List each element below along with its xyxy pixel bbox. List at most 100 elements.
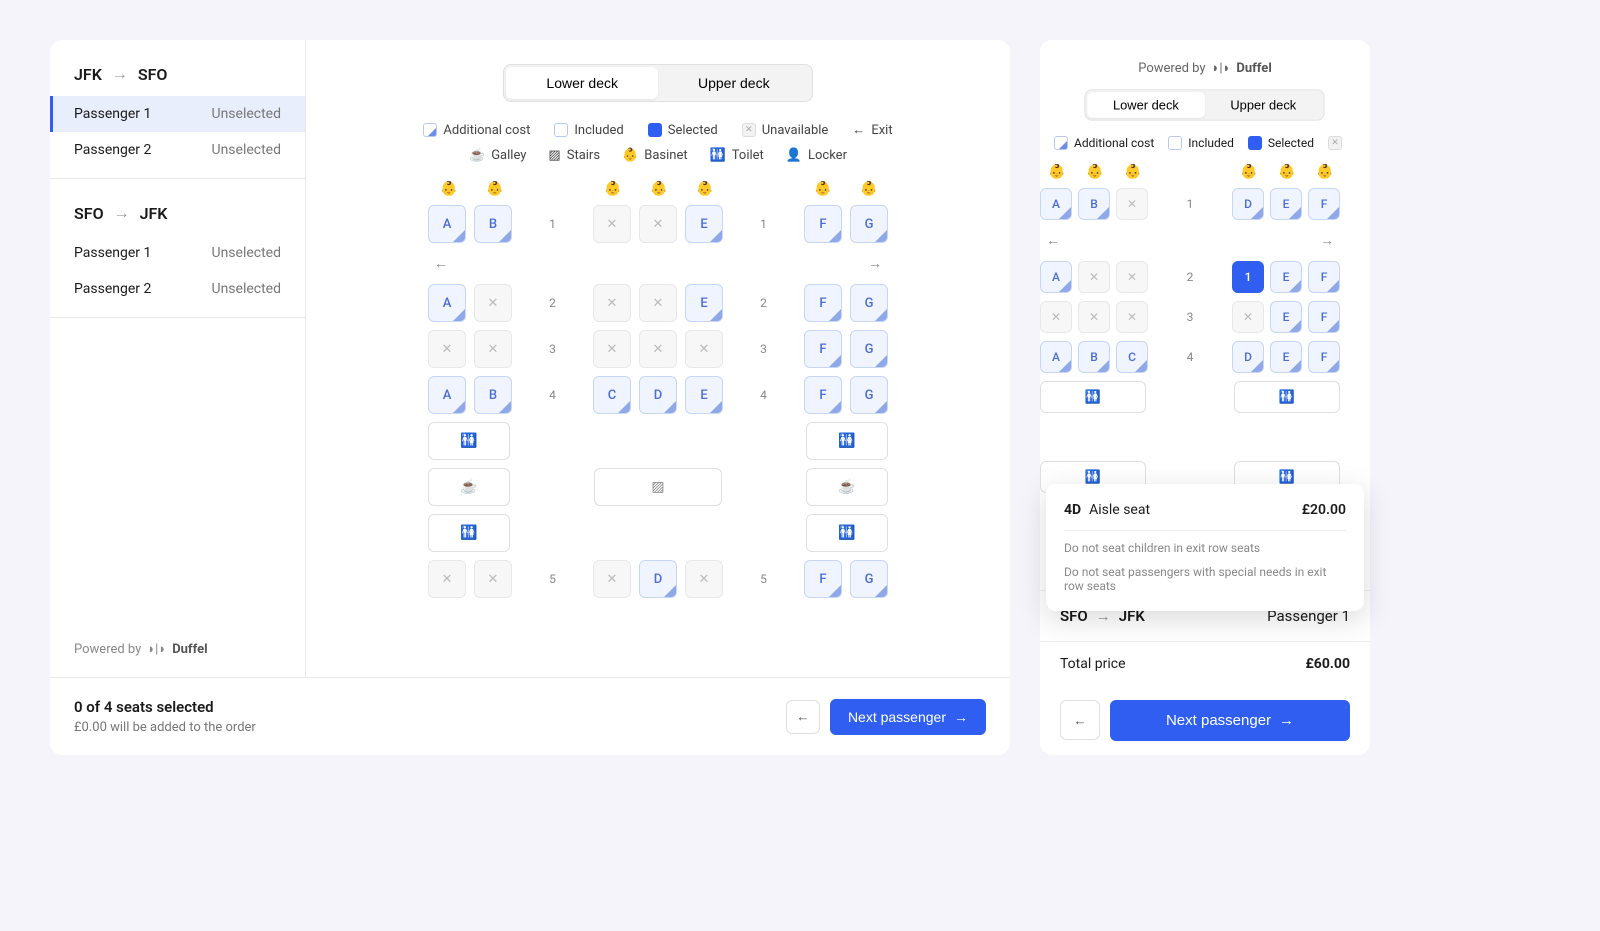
upper-deck-button[interactable]: Upper deck — [658, 67, 810, 99]
seat[interactable]: F — [1308, 261, 1340, 293]
lower-deck-button[interactable]: Lower deck — [1088, 92, 1205, 118]
seat: ✕ — [1116, 188, 1148, 220]
seat[interactable]: G — [850, 284, 888, 322]
seat[interactable]: E — [1270, 341, 1302, 373]
stairs-icon: ▨ — [548, 148, 560, 163]
basinet-icon: 👶 — [1316, 164, 1332, 176]
seat[interactable]: A — [428, 284, 466, 322]
exit-right-icon: → — [1320, 232, 1334, 249]
legend-facilities: ☕Galley ▨Stairs 👶Basinet 🚻Toilet 👤Locker — [469, 148, 847, 163]
seat[interactable]: F — [1308, 341, 1340, 373]
passenger-row[interactable]: Passenger 2 Unselected — [50, 132, 305, 168]
seat[interactable]: E — [685, 284, 723, 322]
exit-left-icon: ← — [1046, 232, 1060, 249]
row-number: 3 — [756, 342, 772, 356]
row-number: 3 — [1182, 310, 1198, 324]
passenger-row[interactable]: Passenger 1 Unselected — [50, 96, 305, 132]
upper-deck-button[interactable]: Upper deck — [1205, 92, 1322, 118]
seat[interactable]: F — [1308, 301, 1340, 333]
seat[interactable]: D — [1232, 341, 1264, 373]
arrow-right-icon: → — [954, 709, 968, 725]
seat[interactable]: F — [804, 205, 842, 243]
price-added-note: £0.00 will be added to the order — [74, 720, 256, 735]
seat: ✕ — [1116, 301, 1148, 333]
duffel-logo-icon: ◗|◗ — [1212, 60, 1231, 76]
seat[interactable]: C — [593, 376, 631, 414]
seat: ✕ — [593, 560, 631, 598]
seat[interactable]: E — [1270, 301, 1302, 333]
seat[interactable]: F — [804, 284, 842, 322]
seat[interactable]: E — [685, 205, 723, 243]
basinet-icon: 👶 — [604, 181, 620, 193]
seat[interactable]: E — [1270, 261, 1302, 293]
seat[interactable]: A — [1040, 188, 1072, 220]
seat[interactable]: D — [639, 376, 677, 414]
basinet-icon: 👶 — [860, 181, 876, 193]
back-button[interactable]: ← — [1060, 700, 1100, 740]
legend-selected-icon — [648, 123, 662, 137]
arrow-right-icon: → — [112, 64, 128, 84]
seat[interactable]: A — [1040, 341, 1072, 373]
seat: ✕ — [685, 330, 723, 368]
seat[interactable]: G — [850, 330, 888, 368]
seat[interactable]: G — [850, 376, 888, 414]
deck-toggle: Lower deck Upper deck — [1085, 89, 1325, 120]
row-number: 1 — [545, 217, 561, 231]
seat[interactable]: A — [428, 205, 466, 243]
next-passenger-button[interactable]: Next passenger→ — [1110, 700, 1350, 741]
legend-included-icon — [1168, 136, 1182, 150]
seat[interactable]: G — [850, 205, 888, 243]
seat[interactable]: B — [1078, 188, 1110, 220]
seat[interactable]: E — [685, 376, 723, 414]
back-button[interactable]: ← — [786, 700, 820, 734]
seat-map: 👶👶 👶👶👶 👶👶 AB1✕✕E1FG←→A✕2✕✕E2FG✕✕3✕✕✕3FGA… — [428, 181, 888, 677]
seat[interactable]: C — [1116, 341, 1148, 373]
passenger-row[interactable]: Passenger 1 Unselected — [50, 235, 305, 271]
basinet-icon: 👶 — [1240, 164, 1256, 176]
sidebar: JFK → SFO Passenger 1 Unselected Passeng… — [50, 40, 306, 677]
toilet-block: 🚻 — [1040, 381, 1146, 413]
seat[interactable]: B — [474, 205, 512, 243]
seat[interactable]: 1 — [1232, 261, 1264, 293]
seat: ✕ — [639, 205, 677, 243]
arrow-right-icon: → — [114, 203, 130, 223]
seat: ✕ — [474, 560, 512, 598]
seat: ✕ — [685, 560, 723, 598]
legend-additional-icon — [423, 123, 437, 137]
galley-block: ☕ — [428, 468, 510, 506]
next-passenger-button[interactable]: Next passenger→ — [830, 699, 986, 735]
seat[interactable]: D — [639, 560, 677, 598]
seat: ✕ — [1116, 261, 1148, 293]
seat[interactable]: F — [804, 376, 842, 414]
seat[interactable]: A — [428, 376, 466, 414]
legend: Additional cost Included Selected ✕ — [1040, 136, 1370, 150]
seat[interactable]: A — [1040, 261, 1072, 293]
seat[interactable]: B — [1078, 341, 1110, 373]
seat[interactable]: E — [1270, 188, 1302, 220]
seat[interactable]: B — [474, 376, 512, 414]
right-panel: Powered by ◗|◗ Duffel Lower deck Upper d… — [1040, 40, 1370, 755]
duffel-logo-icon: ◗|◗ — [147, 641, 166, 657]
toilet-block: 🚻 — [428, 422, 510, 460]
powered-by: Powered by ◗|◗ Duffel — [1040, 40, 1370, 88]
lower-deck-button[interactable]: Lower deck — [506, 67, 658, 99]
legend: Additional cost Included Selected ✕Unava… — [423, 122, 892, 138]
seat[interactable]: F — [804, 560, 842, 598]
passenger-row[interactable]: Passenger 2 Unselected — [50, 271, 305, 307]
row-number: 1 — [1182, 197, 1198, 211]
galley-icon: ☕ — [469, 148, 485, 163]
row-number: 2 — [545, 296, 561, 310]
seat[interactable]: D — [1232, 188, 1264, 220]
seat: ✕ — [1040, 301, 1072, 333]
seat[interactable]: G — [850, 560, 888, 598]
main-panel: JFK → SFO Passenger 1 Unselected Passeng… — [50, 40, 1010, 755]
seat-area: Lower deck Upper deck Additional cost In… — [306, 40, 1010, 677]
row-number: 3 — [545, 342, 561, 356]
toilet-block: 🚻 — [806, 422, 888, 460]
basinet-icon: 👶 — [440, 181, 456, 193]
toilet-block: 🚻 — [806, 514, 888, 552]
seat[interactable]: F — [1308, 188, 1340, 220]
basinet-icon: 👶 — [622, 148, 638, 163]
legend-unavailable-icon: ✕ — [742, 123, 756, 137]
seat[interactable]: F — [804, 330, 842, 368]
